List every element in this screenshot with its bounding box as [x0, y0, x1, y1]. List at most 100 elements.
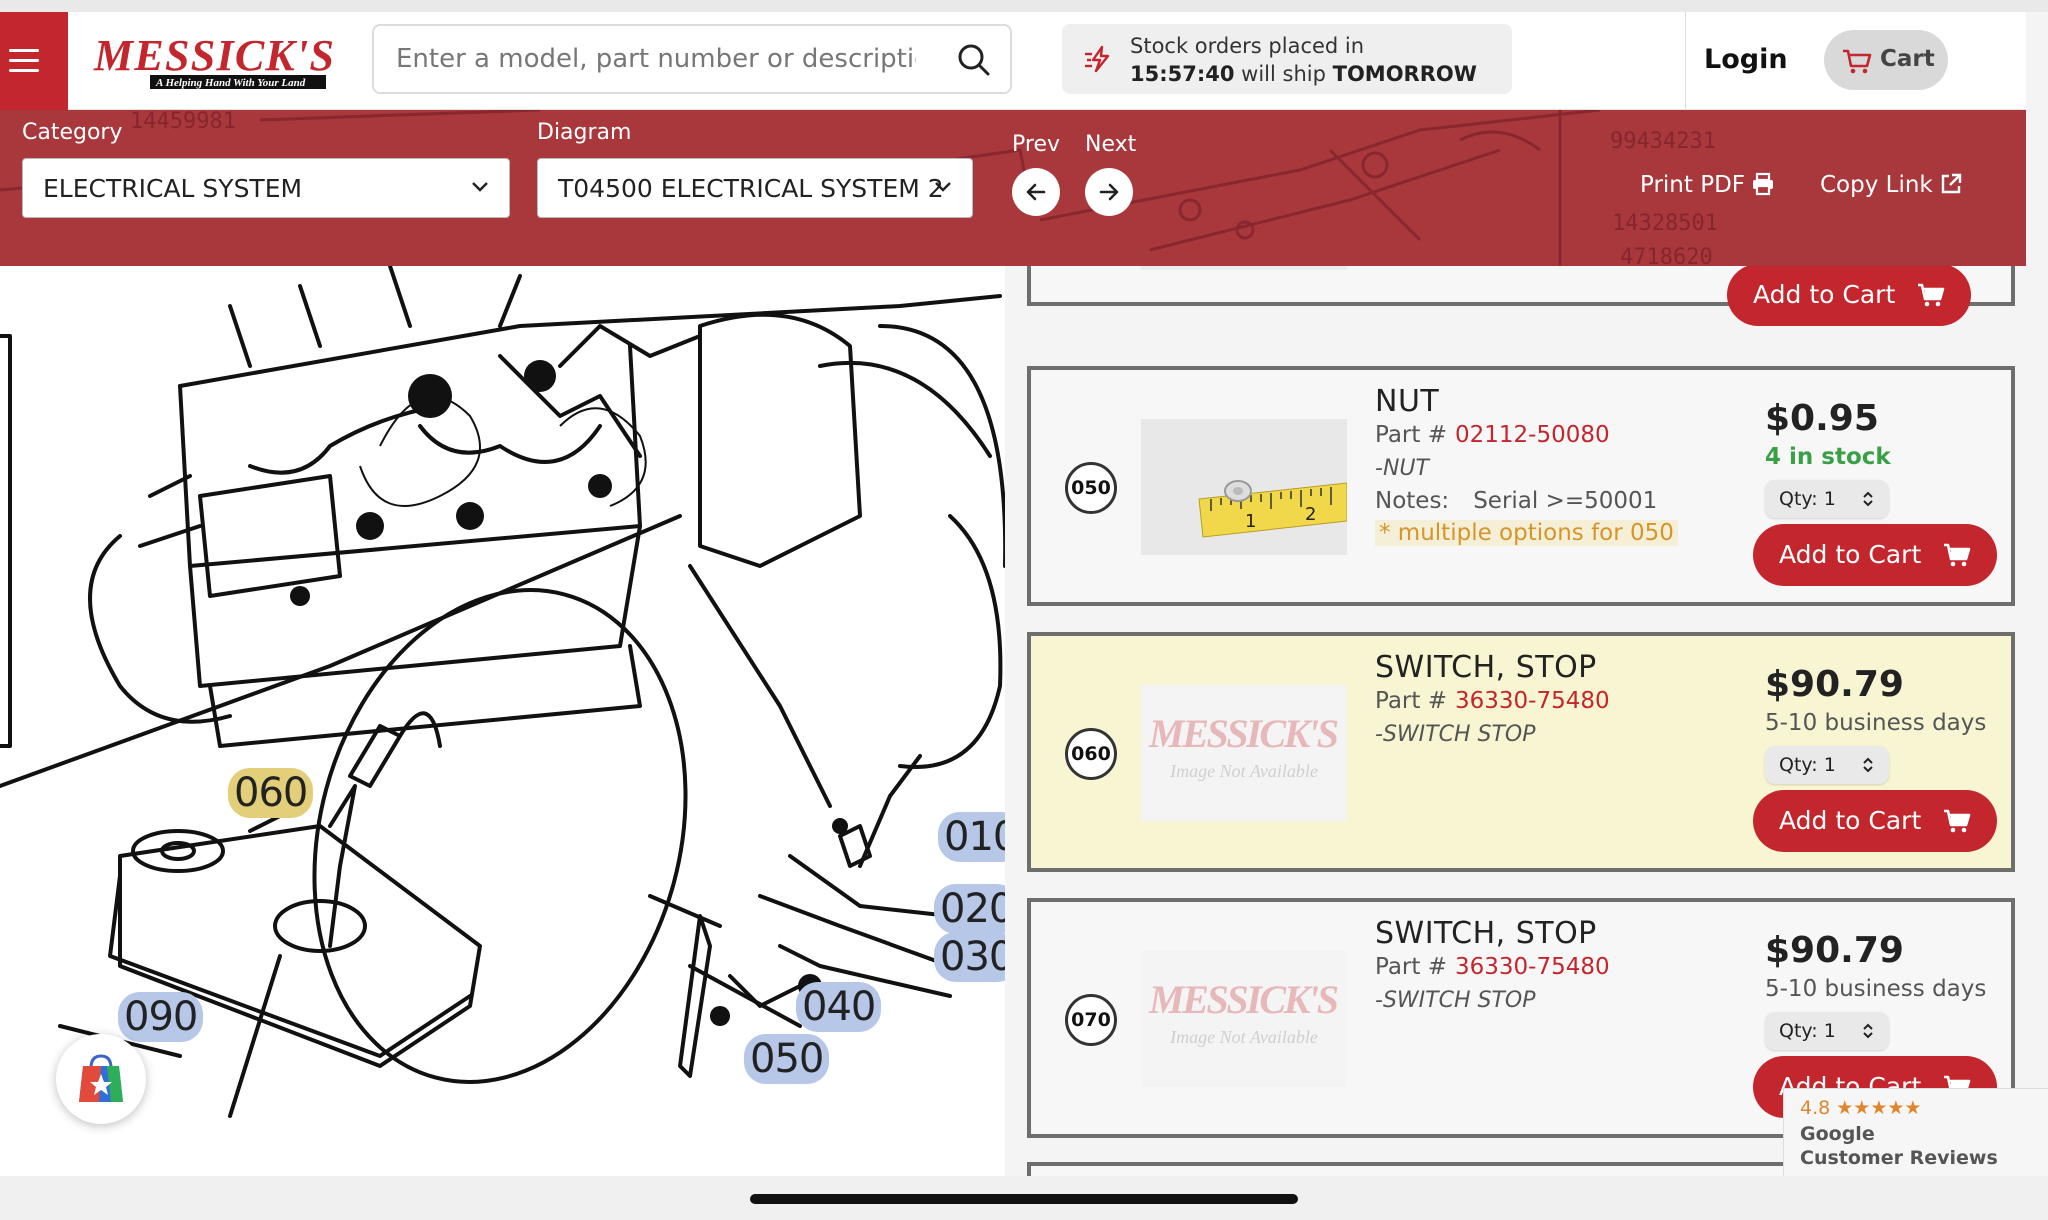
page: MESSICK'S A Helping Hand With Your Land … — [0, 0, 2048, 1220]
part-number-line: Part # 36330-75480 — [1375, 688, 1610, 714]
next-diagram-button[interactable] — [1085, 168, 1133, 216]
category-select[interactable]: ELECTRICAL SYSTEM — [22, 158, 510, 218]
shopping-bag-icon — [79, 1054, 123, 1102]
quantity-select[interactable]: Qty: 1 — [1765, 746, 1889, 784]
notes-label: Notes: — [1375, 488, 1450, 514]
part-name: NUT — [1375, 384, 1440, 419]
ruler-mark-1: 1 — [1245, 511, 1256, 532]
menu-icon-bar — [9, 59, 39, 62]
browser-bottom-bar — [0, 1176, 2048, 1220]
part-number-prefix: Part # — [1375, 688, 1447, 714]
item-ref-badge: 070 — [1065, 994, 1117, 1046]
na-logo: MESSICK'S — [1148, 711, 1339, 756]
fast-shipping-icon — [1085, 45, 1110, 73]
cart-icon — [1918, 283, 1945, 307]
stock-status: 4 in stock — [1765, 444, 1891, 470]
lead-time: 5-10 business days — [1765, 976, 1987, 1002]
add-to-cart-button[interactable]: Add to Cart — [1753, 524, 1997, 586]
part-description: -NUT — [1375, 456, 1429, 481]
add-to-cart-label: Add to Cart — [1779, 540, 1922, 569]
quantity-value: Qty: 1 — [1779, 488, 1836, 510]
review-label: Customer Reviews — [1800, 1147, 1998, 1169]
parts-list: Add to Cart 050 1 2 NUT Part # 02112-500… — [1005, 266, 2048, 1176]
home-indicator[interactable] — [750, 1194, 1298, 1204]
callout-090[interactable]: 090 — [118, 992, 204, 1042]
callout-030[interactable]: 030 — [934, 932, 1005, 982]
menu-icon — [9, 49, 39, 52]
menu-button[interactable] — [0, 12, 68, 110]
callout-010[interactable]: 010 — [938, 812, 1005, 862]
bg-number-3: 4718620 — [1620, 245, 1713, 266]
quantity-select[interactable]: Qty: 1 — [1765, 1012, 1889, 1050]
parts-diagram[interactable]: 060 010 020 030 040 050 090 — [0, 266, 1005, 1176]
image-not-available: MESSICK'S Image Not Available — [1141, 685, 1347, 821]
chevron-updown-icon — [1863, 1023, 1873, 1039]
add-to-cart-button[interactable]: Add to Cart — [1753, 790, 1997, 852]
logo-tagline: A Helping Hand With Your Land — [155, 77, 306, 89]
prev-diagram-button[interactable] — [1012, 168, 1060, 216]
chevron-down-icon — [935, 182, 951, 192]
add-to-cart-label: Add to Cart — [1753, 280, 1896, 309]
arrow-left-icon — [1026, 183, 1046, 201]
site-header: MESSICK'S A Helping Hand With Your Land … — [0, 12, 2026, 110]
external-link-icon — [1941, 173, 1961, 194]
shop-badge-button[interactable] — [56, 1034, 146, 1124]
category-label: Category — [22, 120, 123, 145]
quantity-select[interactable]: Qty: 1 — [1765, 480, 1889, 518]
multiple-options-link[interactable]: * multiple options for 050 — [1375, 520, 1678, 546]
login-link[interactable]: Login — [1704, 44, 1788, 75]
messicks-logo[interactable]: MESSICK'S A Helping Hand With Your Land — [92, 30, 337, 94]
stock-countdown: 15:57:40 — [1130, 62, 1235, 86]
part-thumbnail[interactable]: MESSICK'S Image Not Available — [1141, 685, 1347, 821]
diagram-select[interactable]: T04500 ELECTRICAL SYSTEM 2 — [537, 158, 973, 218]
na-text: Image Not Available — [1169, 1027, 1318, 1047]
print-pdf-link[interactable]: Print PDF — [1640, 172, 1775, 198]
search-icon[interactable] — [956, 42, 992, 78]
copy-link-link[interactable]: Copy Link — [1820, 172, 1963, 198]
stock-ship-day: TOMORROW — [1332, 62, 1477, 86]
bg-number-2: 14328501 — [1612, 211, 1718, 236]
part-price: $90.79 — [1765, 930, 1904, 971]
menu-icon-bar — [9, 69, 39, 72]
callout-040[interactable]: 040 — [796, 982, 882, 1032]
prev-label: Prev — [1012, 132, 1060, 157]
logo-text: MESSICK'S — [93, 31, 334, 80]
item-ref-badge: 050 — [1065, 462, 1117, 514]
part-number-line: Part # 02112-50080 — [1375, 422, 1610, 448]
bg-number-4: 14459981 — [130, 110, 236, 134]
part-description: -SWITCH STOP — [1375, 988, 1536, 1013]
part-number-link[interactable]: 36330-75480 — [1455, 688, 1610, 714]
callout-050[interactable]: 050 — [744, 1034, 830, 1084]
stock-cutoff-banner: Stock orders placed in 15:57:40 will shi… — [1062, 24, 1512, 94]
part-thumbnail[interactable]: MESSICK'S Image Not Available — [1141, 951, 1347, 1087]
callout-060[interactable]: 060 — [228, 768, 314, 818]
cart-icon — [1843, 49, 1872, 74]
notes-value: Serial >=50001 — [1473, 488, 1658, 514]
rating-value: 4.8 — [1800, 1097, 1831, 1119]
chevron-updown-icon — [1863, 757, 1873, 773]
callout-020[interactable]: 020 — [934, 884, 1005, 934]
item-ref-badge: 060 — [1065, 728, 1117, 780]
arrow-right-icon — [1099, 183, 1119, 201]
search-input[interactable] — [396, 40, 916, 78]
part-number-link[interactable]: 36330-75480 — [1455, 954, 1610, 980]
cart-icon — [1944, 543, 1971, 567]
status-strip — [0, 0, 2048, 12]
part-number-prefix: Part # — [1375, 954, 1447, 980]
add-to-cart-button-prev[interactable]: Add to Cart — [1727, 266, 1971, 326]
add-to-cart-label: Add to Cart — [1779, 806, 1922, 835]
printer-icon — [1753, 172, 1774, 196]
rating-stars: ★★★★★ — [1836, 1097, 1922, 1119]
google-reviews-badge[interactable]: 4.8 ★★★★★ Google Customer Reviews — [1783, 1088, 2048, 1176]
chevron-updown-icon — [1863, 491, 1873, 507]
quantity-value: Qty: 1 — [1779, 1020, 1836, 1042]
nut-photo-image: 1 2 — [1141, 419, 1347, 555]
print-pdf-label: Print PDF — [1640, 172, 1746, 198]
cart-icon — [1944, 809, 1971, 833]
category-value: ELECTRICAL SYSTEM — [43, 174, 303, 203]
part-number-link[interactable]: 02112-50080 — [1455, 422, 1610, 448]
review-rating: 4.8 ★★★★★ — [1800, 1097, 1921, 1119]
cart-label: Cart — [1880, 46, 1935, 72]
part-thumbnail[interactable]: 1 2 — [1141, 419, 1347, 555]
cart-button[interactable]: Cart — [1824, 30, 1948, 90]
